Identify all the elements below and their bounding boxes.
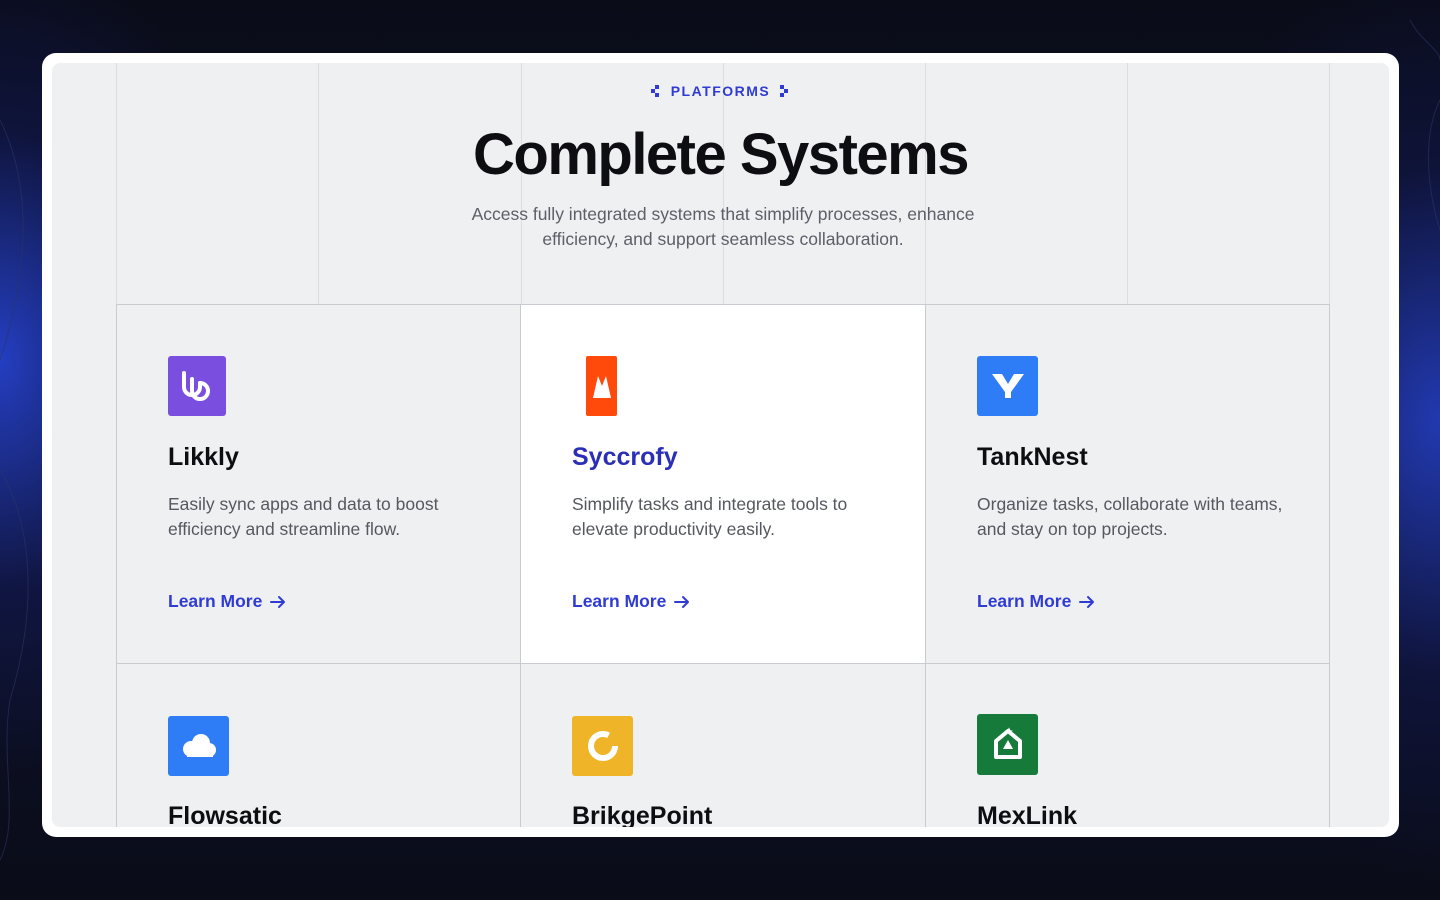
platform-grid: Likkly Easily sync apps and data to boos… [116,304,1330,827]
platforms-section: PLATFORMS Complete Systems Access fully … [52,63,1389,827]
browser-frame: PLATFORMS Complete Systems Access fully … [42,53,1399,837]
platform-card-brikgepoint[interactable]: BrikgePoint [520,664,926,827]
grid-row: Likkly Easily sync apps and data to boos… [116,305,1330,664]
section-header: PLATFORMS Complete Systems Access fully … [52,63,1389,305]
flowsatic-cloud-logo-icon [168,716,229,776]
section-title: Complete Systems [473,122,969,187]
card-description: Organize tasks, collaborate with teams, … [977,494,1283,539]
card-title: Syccrofy [572,443,678,471]
tanknest-logo-icon [977,356,1038,416]
platform-card-flowsatic[interactable]: Flowsatic [116,664,521,827]
eyebrow-label: PLATFORMS [670,83,771,99]
platform-card-mexlink[interactable]: MexLink [925,664,1330,827]
arrow-right-icon [1079,595,1095,608]
platform-card-tanknest[interactable]: TankNest Organize tasks, collaborate wit… [925,305,1330,663]
grid-row: Flowsatic BrikgePoint MexLink [116,664,1330,827]
pixel-bracket-left-icon [650,85,663,97]
brikgepoint-ring-logo-icon [572,716,633,776]
arrow-right-icon [674,595,690,608]
learn-more-label: Learn More [168,591,263,611]
learn-more-link[interactable]: Learn More [572,591,690,612]
platform-card-likkly[interactable]: Likkly Easily sync apps and data to boos… [116,305,521,663]
platform-card-syccrofy[interactable]: Syccrofy Simplify tasks and integrate to… [520,305,926,663]
arrow-right-icon [270,595,286,608]
syccrofy-logo-icon [586,356,617,416]
card-description: Simplify tasks and integrate tools to el… [572,494,848,539]
learn-more-label: Learn More [572,591,667,611]
card-title: MexLink [977,802,1078,827]
likkly-logo-icon [168,356,226,416]
learn-more-link[interactable]: Learn More [977,591,1095,612]
section-subtitle: Access fully integrated systems that sim… [471,204,975,249]
card-title: Likkly [168,443,239,471]
card-description: Easily sync apps and data to boost effic… [168,494,439,539]
mexlink-logo-icon [977,714,1038,775]
card-title: TankNest [977,443,1088,471]
card-title: BrikgePoint [572,802,713,827]
section-eyebrow: PLATFORMS [52,83,1389,99]
learn-more-label: Learn More [977,591,1072,611]
pixel-bracket-right-icon [778,85,790,97]
learn-more-link[interactable]: Learn More [168,591,286,612]
card-title: Flowsatic [168,802,282,827]
